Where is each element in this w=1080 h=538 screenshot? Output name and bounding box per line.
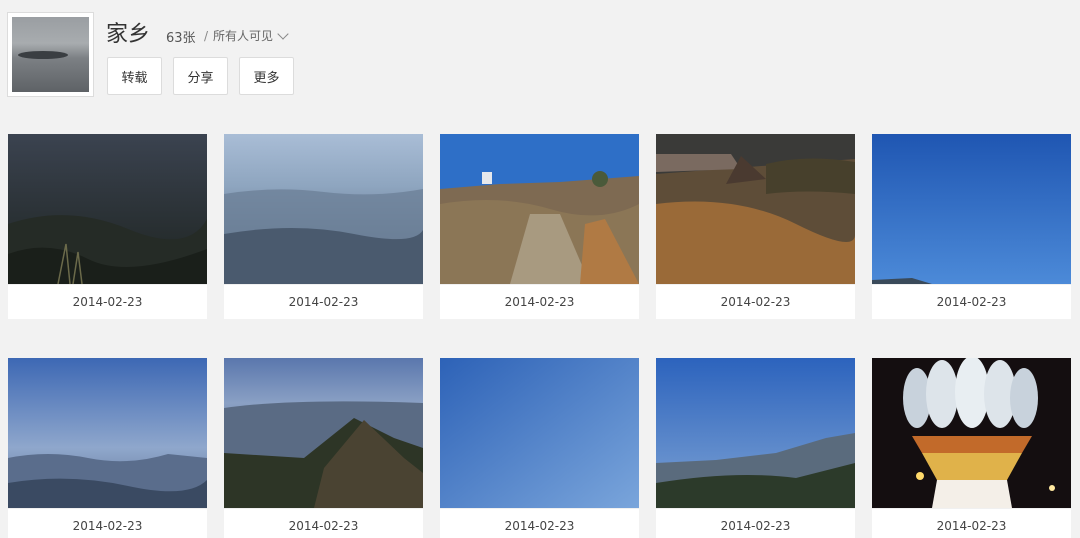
visibility-label: 所有人可见 bbox=[213, 29, 274, 43]
visibility-separator: / bbox=[204, 28, 209, 43]
repost-button[interactable]: 转载 bbox=[107, 57, 162, 95]
photo-card[interactable]: 2014-02-23 bbox=[224, 358, 423, 538]
photo-thumbnail[interactable] bbox=[8, 134, 207, 284]
photo-date: 2014-02-23 bbox=[224, 508, 423, 538]
photo-date: 2014-02-23 bbox=[8, 284, 207, 319]
album-title: 家乡 bbox=[106, 22, 151, 47]
photo-card[interactable]: 2014-02-23 bbox=[8, 134, 207, 319]
chevron-down-icon[interactable] bbox=[277, 27, 289, 40]
photo-count: 63张 bbox=[166, 31, 196, 46]
photo-card[interactable]: 2014-02-23 bbox=[8, 358, 207, 538]
photo-thumbnail[interactable] bbox=[656, 358, 855, 508]
photo-thumbnail[interactable] bbox=[656, 134, 855, 284]
album-page: 家乡 63张 / 所有人可见 转载 分享 更多 2014-02-23 2014-… bbox=[0, 0, 1080, 538]
photo-card[interactable]: 2014-02-23 bbox=[872, 134, 1071, 319]
photo-card[interactable]: 2014-02-23 bbox=[656, 358, 855, 538]
photo-card[interactable]: 2014-02-23 bbox=[224, 134, 423, 319]
more-button[interactable]: 更多 bbox=[239, 57, 294, 95]
photo-date: 2014-02-23 bbox=[872, 508, 1071, 538]
visibility-selector[interactable]: / 所有人可见 bbox=[204, 27, 289, 44]
photo-thumbnail[interactable] bbox=[224, 358, 423, 508]
photo-date: 2014-02-23 bbox=[440, 284, 639, 319]
share-button[interactable]: 分享 bbox=[173, 57, 228, 95]
photo-card[interactable]: 2014-02-23 bbox=[656, 134, 855, 319]
photo-date: 2014-02-23 bbox=[656, 508, 855, 538]
photo-card[interactable]: 2014-02-23 bbox=[440, 358, 639, 538]
photo-thumbnail[interactable] bbox=[8, 358, 207, 508]
photo-thumbnail[interactable] bbox=[872, 358, 1071, 508]
photo-date: 2014-02-23 bbox=[656, 284, 855, 319]
photo-thumbnail[interactable] bbox=[872, 134, 1071, 284]
photo-thumbnail[interactable] bbox=[440, 358, 639, 508]
album-cover[interactable] bbox=[7, 12, 94, 97]
photo-date: 2014-02-23 bbox=[224, 284, 423, 319]
photo-date: 2014-02-23 bbox=[872, 284, 1071, 319]
photo-thumbnail[interactable] bbox=[224, 134, 423, 284]
photo-card[interactable]: 2014-02-23 bbox=[872, 358, 1071, 538]
album-cover-image bbox=[12, 17, 89, 92]
photo-thumbnail[interactable] bbox=[440, 134, 639, 284]
photo-card[interactable]: 2014-02-23 bbox=[440, 134, 639, 319]
photo-date: 2014-02-23 bbox=[8, 508, 207, 538]
photo-date: 2014-02-23 bbox=[440, 508, 639, 538]
